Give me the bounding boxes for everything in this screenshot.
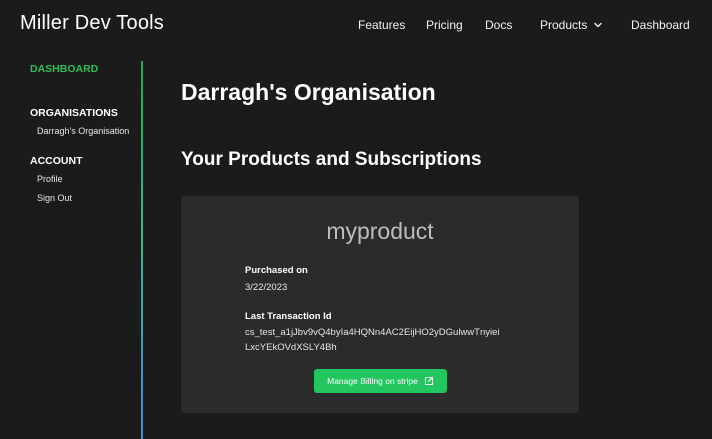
transaction-id-value-line2: LxcYEkOVdXSLY4Bh bbox=[245, 342, 337, 353]
section-title: Your Products and Subscriptions bbox=[181, 148, 482, 170]
manage-billing-button[interactable]: Manage Billing on stripe bbox=[314, 369, 447, 393]
nav-products-dropdown[interactable]: Products bbox=[540, 18, 603, 32]
nav-pricing-link[interactable]: Pricing bbox=[426, 18, 463, 32]
dashboard-page: Miller Dev Tools Features Pricing Docs P… bbox=[0, 0, 712, 439]
nav-products-label: Products bbox=[540, 18, 588, 32]
sidebar-item-organisation[interactable]: Darragh's Organisation bbox=[37, 126, 129, 136]
nav-dashboard-link[interactable]: Dashboard bbox=[631, 18, 690, 32]
external-link-icon bbox=[424, 376, 433, 386]
sidebar-heading-organisations: ORGANISATIONS bbox=[30, 107, 118, 119]
nav-features-link[interactable]: Features bbox=[358, 18, 405, 32]
product-card: myproduct Purchased on 3/22/2023 Last Tr… bbox=[181, 196, 579, 413]
manage-billing-label: Manage Billing on stripe bbox=[327, 376, 418, 386]
transaction-id-value-line1: cs_test_a1jJbv9vQ4byIa4HQNn4AC2EijHO2yDG… bbox=[245, 327, 500, 338]
nav-docs-link[interactable]: Docs bbox=[485, 18, 512, 32]
sidebar-heading-account: ACCOUNT bbox=[30, 155, 83, 167]
top-header: Miller Dev Tools Features Pricing Docs P… bbox=[0, 0, 712, 50]
sidebar-divider bbox=[141, 61, 143, 439]
transaction-id-label: Last Transaction Id bbox=[245, 311, 332, 322]
page-title: Darragh's Organisation bbox=[181, 79, 436, 106]
product-name: myproduct bbox=[326, 218, 434, 244]
purchased-date: 3/22/2023 bbox=[245, 282, 288, 293]
sidebar-item-profile[interactable]: Profile bbox=[37, 174, 63, 184]
sidebar-item-sign-out[interactable]: Sign Out bbox=[37, 193, 72, 203]
chevron-down-icon bbox=[594, 22, 603, 28]
purchased-label: Purchased on bbox=[245, 265, 308, 276]
sidebar-item-dashboard[interactable]: DASHBOARD bbox=[30, 63, 98, 75]
brand-logo-text[interactable]: Miller Dev Tools bbox=[20, 12, 164, 35]
